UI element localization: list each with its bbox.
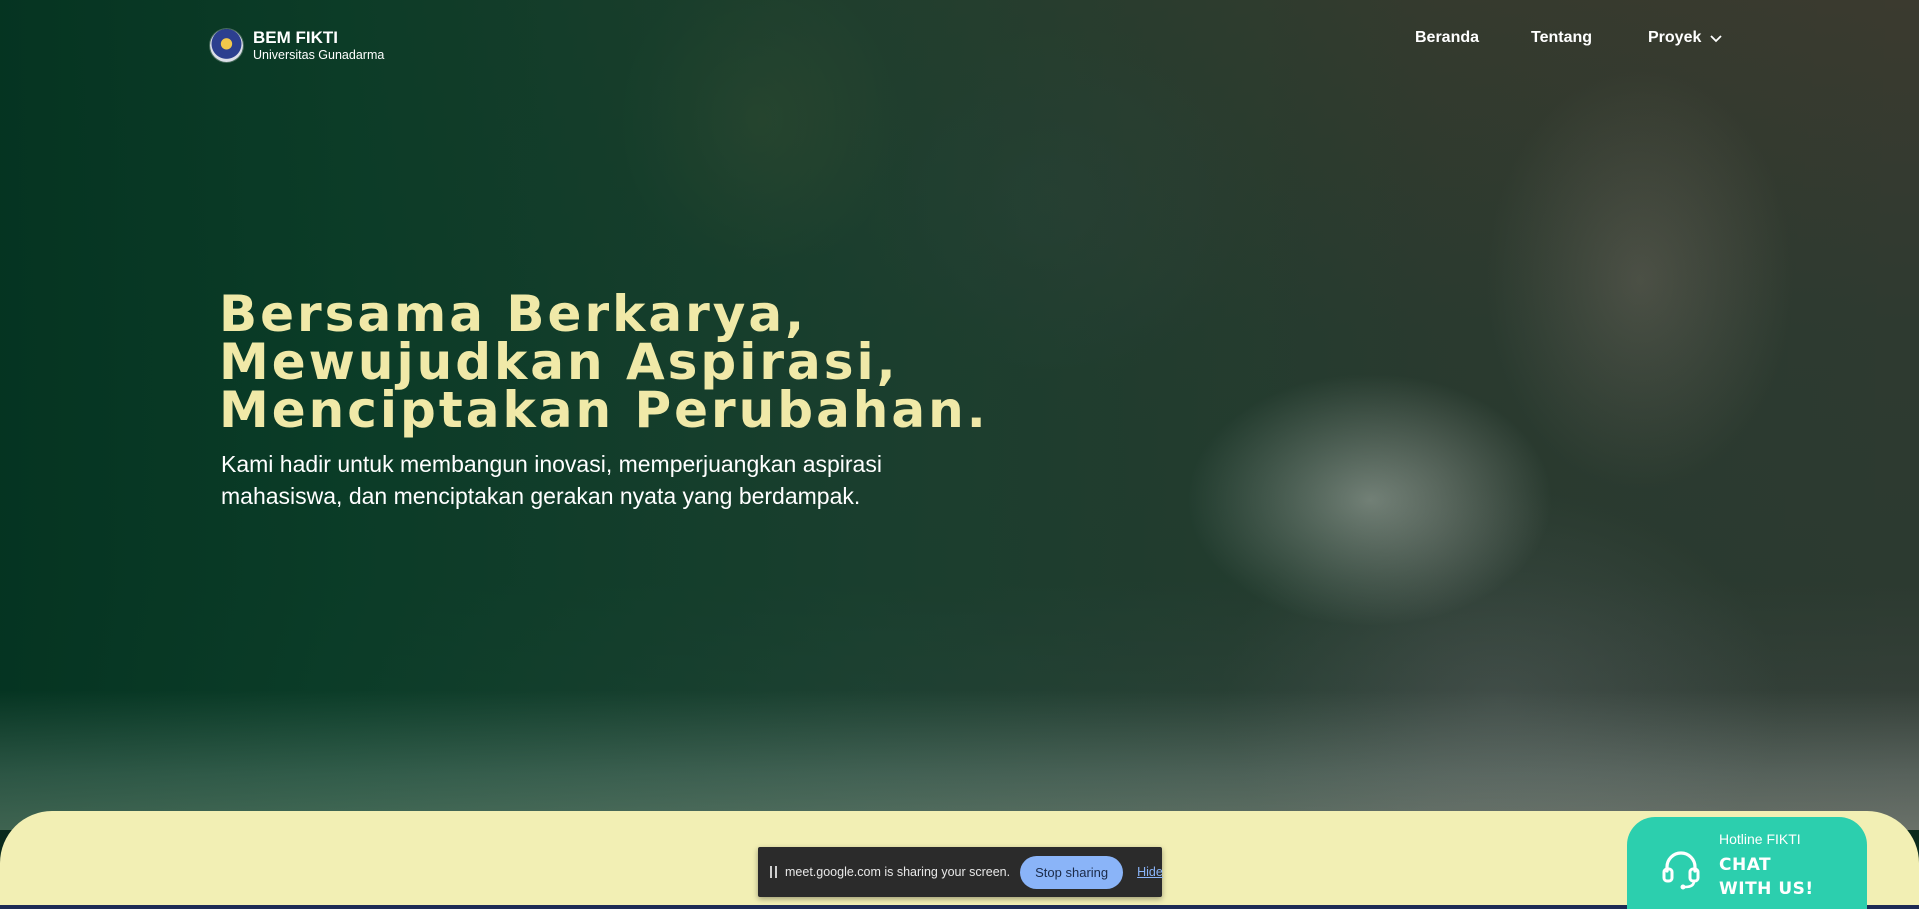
hotline-chat-widget[interactable]: Hotline FIKTI CHAT WITH US! <box>1627 817 1867 909</box>
brand-title: BEM FIKTI <box>253 28 338 47</box>
hotline-label: Hotline FIKTI <box>1719 831 1801 847</box>
hero-headline-line: Menciptakan Perubahan. <box>219 381 989 439</box>
hotline-cta-line: CHAT <box>1719 855 1772 875</box>
nav-item-beranda[interactable]: Beranda <box>1415 29 1479 47</box>
hero-headline-line: Bersama Berkarya, <box>219 285 808 343</box>
hotline-cta-line: WITH US! <box>1719 879 1814 899</box>
screen-share-message: meet.google.com is sharing your screen. <box>785 865 1011 879</box>
chevron-down-icon <box>1710 35 1723 43</box>
hero-headline-line: Mewujudkan Aspirasi, <box>219 333 899 391</box>
hide-link[interactable]: Hide <box>1137 865 1163 879</box>
university-crest-icon <box>210 29 243 62</box>
brand-text: BEM FIKTI Universitas Gunadarma <box>253 28 384 63</box>
nav-item-proyek-label: Proyek <box>1648 29 1702 46</box>
headset-icon <box>1662 851 1700 890</box>
hero-headline: Bersama Berkarya, Mewujudkan Aspirasi, M… <box>219 285 989 439</box>
brand[interactable]: BEM FIKTI Universitas Gunadarma <box>210 28 384 63</box>
pause-icon <box>770 866 777 878</box>
brand-subtitle: Universitas Gunadarma <box>253 48 385 62</box>
hero-subtext-line: Kami hadir untuk membangun inovasi, memp… <box>221 451 882 477</box>
nav-item-tentang[interactable]: Tentang <box>1531 29 1592 47</box>
hero-subtext: Kami hadir untuk membangun inovasi, memp… <box>221 448 1021 512</box>
hotline-cta: CHAT WITH US! <box>1719 853 1814 901</box>
hero-bottom-fade <box>0 690 1919 830</box>
screen-share-bar: meet.google.com is sharing your screen. … <box>758 847 1163 897</box>
stop-sharing-button[interactable]: Stop sharing <box>1020 855 1124 889</box>
nav-item-proyek[interactable]: Proyek <box>1648 29 1723 47</box>
hero-subtext-line: mahasiswa, dan menciptakan gerakan nyata… <box>221 483 861 509</box>
